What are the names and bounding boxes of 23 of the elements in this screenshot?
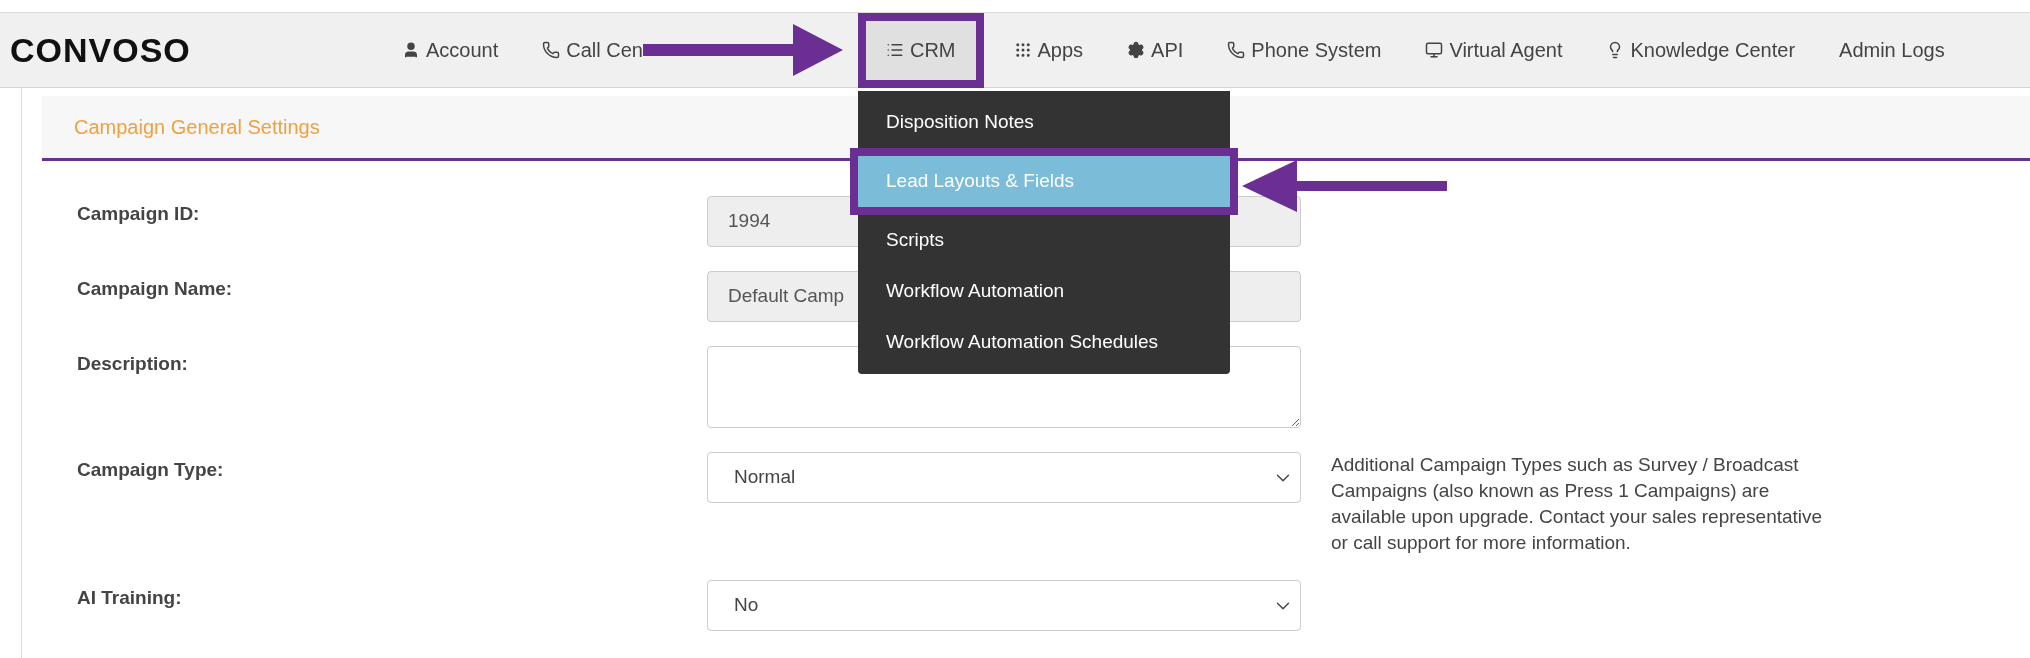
nav-item[interactable]: Phone System bbox=[1205, 12, 1404, 88]
nav-item[interactable]: Account bbox=[380, 12, 521, 88]
field-label: Description: bbox=[77, 352, 189, 376]
logo[interactable]: CONVOSO bbox=[10, 24, 380, 76]
nav-item[interactable]: Call Cen bbox=[520, 12, 665, 88]
nav-item[interactable]: API bbox=[1105, 12, 1206, 88]
help-text: Additional Campaign Types such as Survey / Broadcast Campaigns (also known as Press 1 Campaigns) are available upon upgrade. Contact your sales representative or call support for more information. bbox=[1331, 453, 1824, 555]
nav-item[interactable]: CRM bbox=[865, 20, 976, 80]
panel-title: Campaign General Settings bbox=[74, 115, 320, 140]
field-label: AI Training: bbox=[77, 586, 183, 610]
nav-item[interactable]: Virtual Agent bbox=[1403, 12, 1585, 88]
nav-item[interactable]: Knowledge Center bbox=[1584, 12, 1818, 88]
menu-item[interactable]: Scripts bbox=[858, 215, 1230, 266]
nav-item[interactable]: Apps bbox=[991, 12, 1106, 88]
select-field[interactable]: Normal bbox=[707, 452, 1301, 503]
menu-item[interactable]: Workflow Automation Schedules bbox=[858, 317, 1230, 368]
field-label: Campaign Type: bbox=[77, 458, 225, 482]
nav-item[interactable]: Admin Logs bbox=[1817, 12, 1967, 88]
menu-item[interactable]: Disposition Notes bbox=[858, 97, 1230, 148]
menu-item[interactable]: Workflow Automation bbox=[858, 266, 1230, 317]
select-field[interactable]: No bbox=[707, 580, 1301, 631]
field-label: Campaign Name: bbox=[77, 277, 234, 301]
field-label: Campaign ID: bbox=[77, 202, 201, 226]
